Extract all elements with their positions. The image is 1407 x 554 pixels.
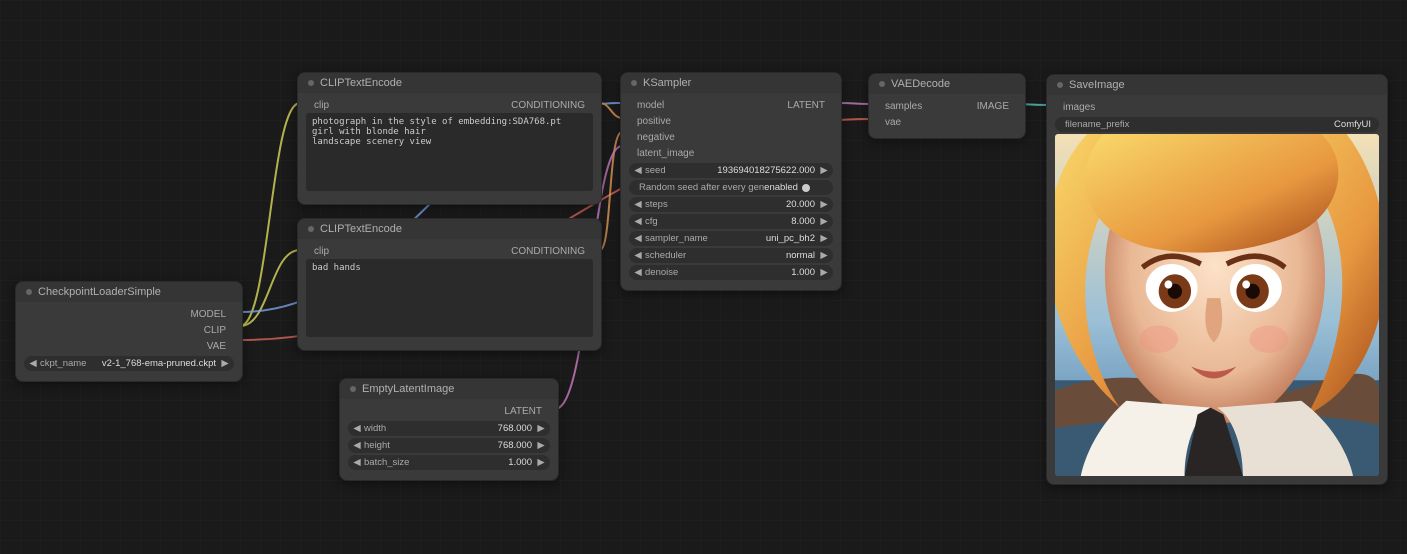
ckpt-name-widget[interactable]: ◀ ckpt_name v2-1_768-ema-pruned.ckpt ▶ <box>24 356 234 371</box>
title-text: CheckpointLoaderSimple <box>38 286 161 298</box>
prompt-text-input[interactable] <box>306 259 593 337</box>
random-seed-toggle[interactable]: Random seed after every gen enabled <box>629 180 833 195</box>
cfg-widget[interactable]: ◀ cfg 8.000 ▶ <box>629 214 833 229</box>
node-checkpoint-loader[interactable]: CheckpointLoaderSimple MODEL CLIP VAE ◀ … <box>15 281 243 382</box>
arrow-right-icon[interactable]: ▶ <box>536 440 546 451</box>
node-clip-text-encode-positive[interactable]: CLIPTextEncode clip CONDITIONING <box>297 72 602 205</box>
arrow-left-icon[interactable]: ◀ <box>352 440 362 451</box>
title-text: VAEDecode <box>891 78 950 90</box>
seed-widget[interactable]: ◀ seed 193694018275622.000 ▶ <box>629 163 833 178</box>
arrow-right-icon[interactable]: ▶ <box>536 423 546 434</box>
node-title[interactable]: CheckpointLoaderSimple <box>16 282 242 302</box>
output-image[interactable]: IMAGE <box>977 101 1017 112</box>
arrow-right-icon[interactable]: ▶ <box>819 250 829 261</box>
sampler-name-widget[interactable]: ◀ sampler_name uni_pc_bh2 ▶ <box>629 231 833 246</box>
arrow-left-icon[interactable]: ◀ <box>633 233 643 244</box>
node-title[interactable]: EmptyLatentImage <box>340 379 558 399</box>
arrow-left-icon[interactable]: ◀ <box>28 358 38 369</box>
denoise-widget[interactable]: ◀ denoise 1.000 ▶ <box>629 265 833 280</box>
node-title[interactable]: CLIPTextEncode <box>298 219 601 239</box>
title-text: CLIPTextEncode <box>320 77 402 89</box>
node-vae-decode[interactable]: VAEDecode samples IMAGE vae <box>868 73 1026 139</box>
input-latent-image[interactable]: latent_image <box>629 148 694 159</box>
collapse-dot-icon[interactable] <box>308 226 314 232</box>
arrow-left-icon[interactable]: ◀ <box>633 267 643 278</box>
output-vae[interactable]: VAE <box>207 341 234 352</box>
arrow-right-icon[interactable]: ▶ <box>819 267 829 278</box>
title-text: SaveImage <box>1069 79 1125 91</box>
collapse-dot-icon[interactable] <box>308 80 314 86</box>
arrow-right-icon[interactable]: ▶ <box>536 457 546 468</box>
node-empty-latent-image[interactable]: EmptyLatentImage LATENT ◀ width 768.000 … <box>339 378 559 481</box>
collapse-dot-icon[interactable] <box>879 81 885 87</box>
node-title[interactable]: CLIPTextEncode <box>298 73 601 93</box>
input-clip[interactable]: clip <box>306 100 329 111</box>
arrow-right-icon[interactable]: ▶ <box>819 233 829 244</box>
title-text: CLIPTextEncode <box>320 223 402 235</box>
arrow-left-icon[interactable]: ◀ <box>352 457 362 468</box>
arrow-left-icon[interactable]: ◀ <box>633 250 643 261</box>
node-title[interactable]: SaveImage <box>1047 75 1387 95</box>
width-widget[interactable]: ◀ width 768.000 ▶ <box>348 421 550 436</box>
node-clip-text-encode-negative[interactable]: CLIPTextEncode clip CONDITIONING <box>297 218 602 351</box>
output-clip[interactable]: CLIP <box>204 325 234 336</box>
collapse-dot-icon[interactable] <box>26 289 32 295</box>
steps-widget[interactable]: ◀ steps 20.000 ▶ <box>629 197 833 212</box>
input-negative[interactable]: negative <box>629 132 675 143</box>
arrow-right-icon[interactable]: ▶ <box>819 165 829 176</box>
arrow-left-icon[interactable]: ◀ <box>633 199 643 210</box>
arrow-right-icon[interactable]: ▶ <box>819 199 829 210</box>
input-clip[interactable]: clip <box>306 246 329 257</box>
title-text: EmptyLatentImage <box>362 383 454 395</box>
collapse-dot-icon[interactable] <box>350 386 356 392</box>
arrow-left-icon[interactable]: ◀ <box>352 423 362 434</box>
node-title[interactable]: VAEDecode <box>869 74 1025 94</box>
output-latent[interactable]: LATENT <box>504 406 550 417</box>
arrow-left-icon[interactable]: ◀ <box>633 216 643 227</box>
output-model[interactable]: MODEL <box>190 309 234 320</box>
input-images[interactable]: images <box>1055 102 1095 113</box>
output-latent[interactable]: LATENT <box>787 100 833 111</box>
filename-prefix-widget[interactable]: filename_prefix ComfyUI <box>1055 117 1379 132</box>
arrow-left-icon[interactable]: ◀ <box>633 165 643 176</box>
input-positive[interactable]: positive <box>629 116 671 127</box>
toggle-dot-icon <box>802 184 810 192</box>
collapse-dot-icon[interactable] <box>1057 82 1063 88</box>
arrow-right-icon[interactable]: ▶ <box>220 358 230 369</box>
node-save-image[interactable]: SaveImage images filename_prefix ComfyUI <box>1046 74 1388 485</box>
title-text: KSampler <box>643 77 691 89</box>
batch-size-widget[interactable]: ◀ batch_size 1.000 ▶ <box>348 455 550 470</box>
output-image-preview[interactable] <box>1055 134 1379 476</box>
height-widget[interactable]: ◀ height 768.000 ▶ <box>348 438 550 453</box>
prompt-text-input[interactable] <box>306 113 593 191</box>
output-conditioning[interactable]: CONDITIONING <box>511 246 593 257</box>
input-samples[interactable]: samples <box>877 101 922 112</box>
node-title[interactable]: KSampler <box>621 73 841 93</box>
node-ksampler[interactable]: KSampler model LATENT positive negative … <box>620 72 842 291</box>
arrow-right-icon[interactable]: ▶ <box>819 216 829 227</box>
input-model[interactable]: model <box>629 100 664 111</box>
scheduler-widget[interactable]: ◀ scheduler normal ▶ <box>629 248 833 263</box>
collapse-dot-icon[interactable] <box>631 80 637 86</box>
input-vae[interactable]: vae <box>877 117 901 128</box>
output-conditioning[interactable]: CONDITIONING <box>511 100 593 111</box>
